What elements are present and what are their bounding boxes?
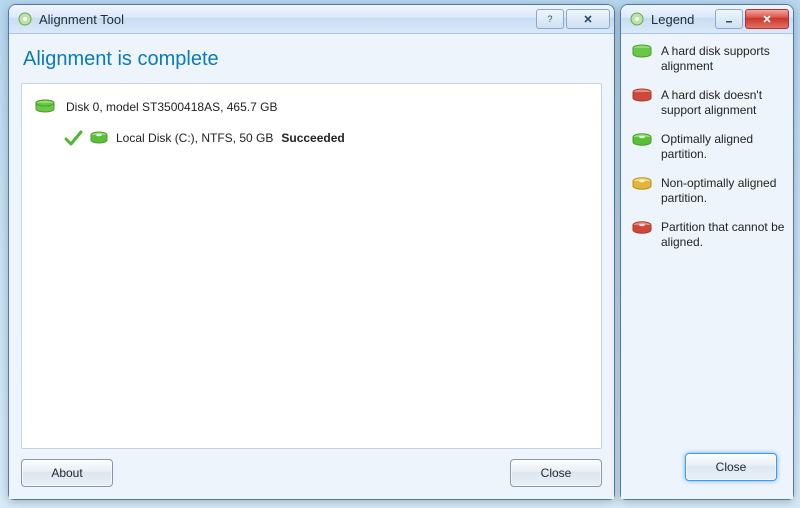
app-icon <box>17 11 33 27</box>
legend-item-hdd-supported: A hard disk supports alignment <box>629 44 785 74</box>
close-button[interactable]: Close <box>510 459 602 487</box>
titlebar[interactable]: Alignment Tool ? <box>9 5 614 34</box>
legend-body: A hard disk supports alignment A hard di… <box>621 34 793 499</box>
disk-label: Disk 0, model ST3500418AS, 465.7 GB <box>66 100 277 114</box>
help-button[interactable]: ? <box>536 9 564 29</box>
partition-label: Local Disk (C:), NTFS, 50 GB <box>116 131 273 145</box>
legend-minimize-button[interactable] <box>715 9 743 29</box>
legend-text: Non-optimally aligned partition. <box>661 176 785 206</box>
legend-item-partition-optimal: Optimally aligned partition. <box>629 132 785 162</box>
button-row: About Close <box>21 459 602 487</box>
legend-item-partition-nonoptimal: Non-optimally aligned partition. <box>629 176 785 206</box>
svg-text:?: ? <box>547 14 552 24</box>
partition-status: Succeeded <box>281 131 344 145</box>
window-title: Alignment Tool <box>39 12 534 27</box>
about-button[interactable]: About <box>21 459 113 487</box>
page-heading: Alignment is complete <box>23 48 602 71</box>
window-close-button[interactable] <box>566 9 610 29</box>
legend-window-close-button[interactable] <box>745 9 789 29</box>
main-body: Alignment is complete Disk 0, model ST35… <box>9 34 614 499</box>
hard-disk-green-icon <box>34 98 58 116</box>
partition-green-icon <box>88 131 110 145</box>
partition-red-icon <box>629 220 655 236</box>
legend-footer: Close <box>629 445 785 489</box>
partition-yellow-icon <box>629 176 655 192</box>
legend-titlebar[interactable]: Legend <box>621 5 793 34</box>
partition-row: Local Disk (C:), NTFS, 50 GB Succeeded <box>62 128 591 148</box>
hard-disk-red-icon <box>629 88 655 104</box>
legend-item-partition-cannot: Partition that cannot be aligned. <box>629 220 785 250</box>
legend-text: A hard disk doesn't support alignment <box>661 88 785 118</box>
legend-text: Optimally aligned partition. <box>661 132 785 162</box>
hard-disk-green-icon <box>629 44 655 60</box>
legend-item-hdd-unsupported: A hard disk doesn't support alignment <box>629 88 785 118</box>
legend-close-button[interactable]: Close <box>685 453 777 481</box>
results-panel: Disk 0, model ST3500418AS, 465.7 GB Loca… <box>21 83 602 449</box>
legend-window: Legend A hard disk supports alignment A … <box>620 4 794 500</box>
legend-app-icon <box>629 11 645 27</box>
disk-row: Disk 0, model ST3500418AS, 465.7 GB <box>34 98 591 116</box>
partition-green-icon <box>629 132 655 148</box>
alignment-tool-window: Alignment Tool ? Alignment is complete D… <box>8 4 615 500</box>
legend-text: A hard disk supports alignment <box>661 44 785 74</box>
legend-text: Partition that cannot be aligned. <box>661 220 785 250</box>
legend-title: Legend <box>651 12 713 27</box>
checkmark-icon <box>62 128 84 148</box>
